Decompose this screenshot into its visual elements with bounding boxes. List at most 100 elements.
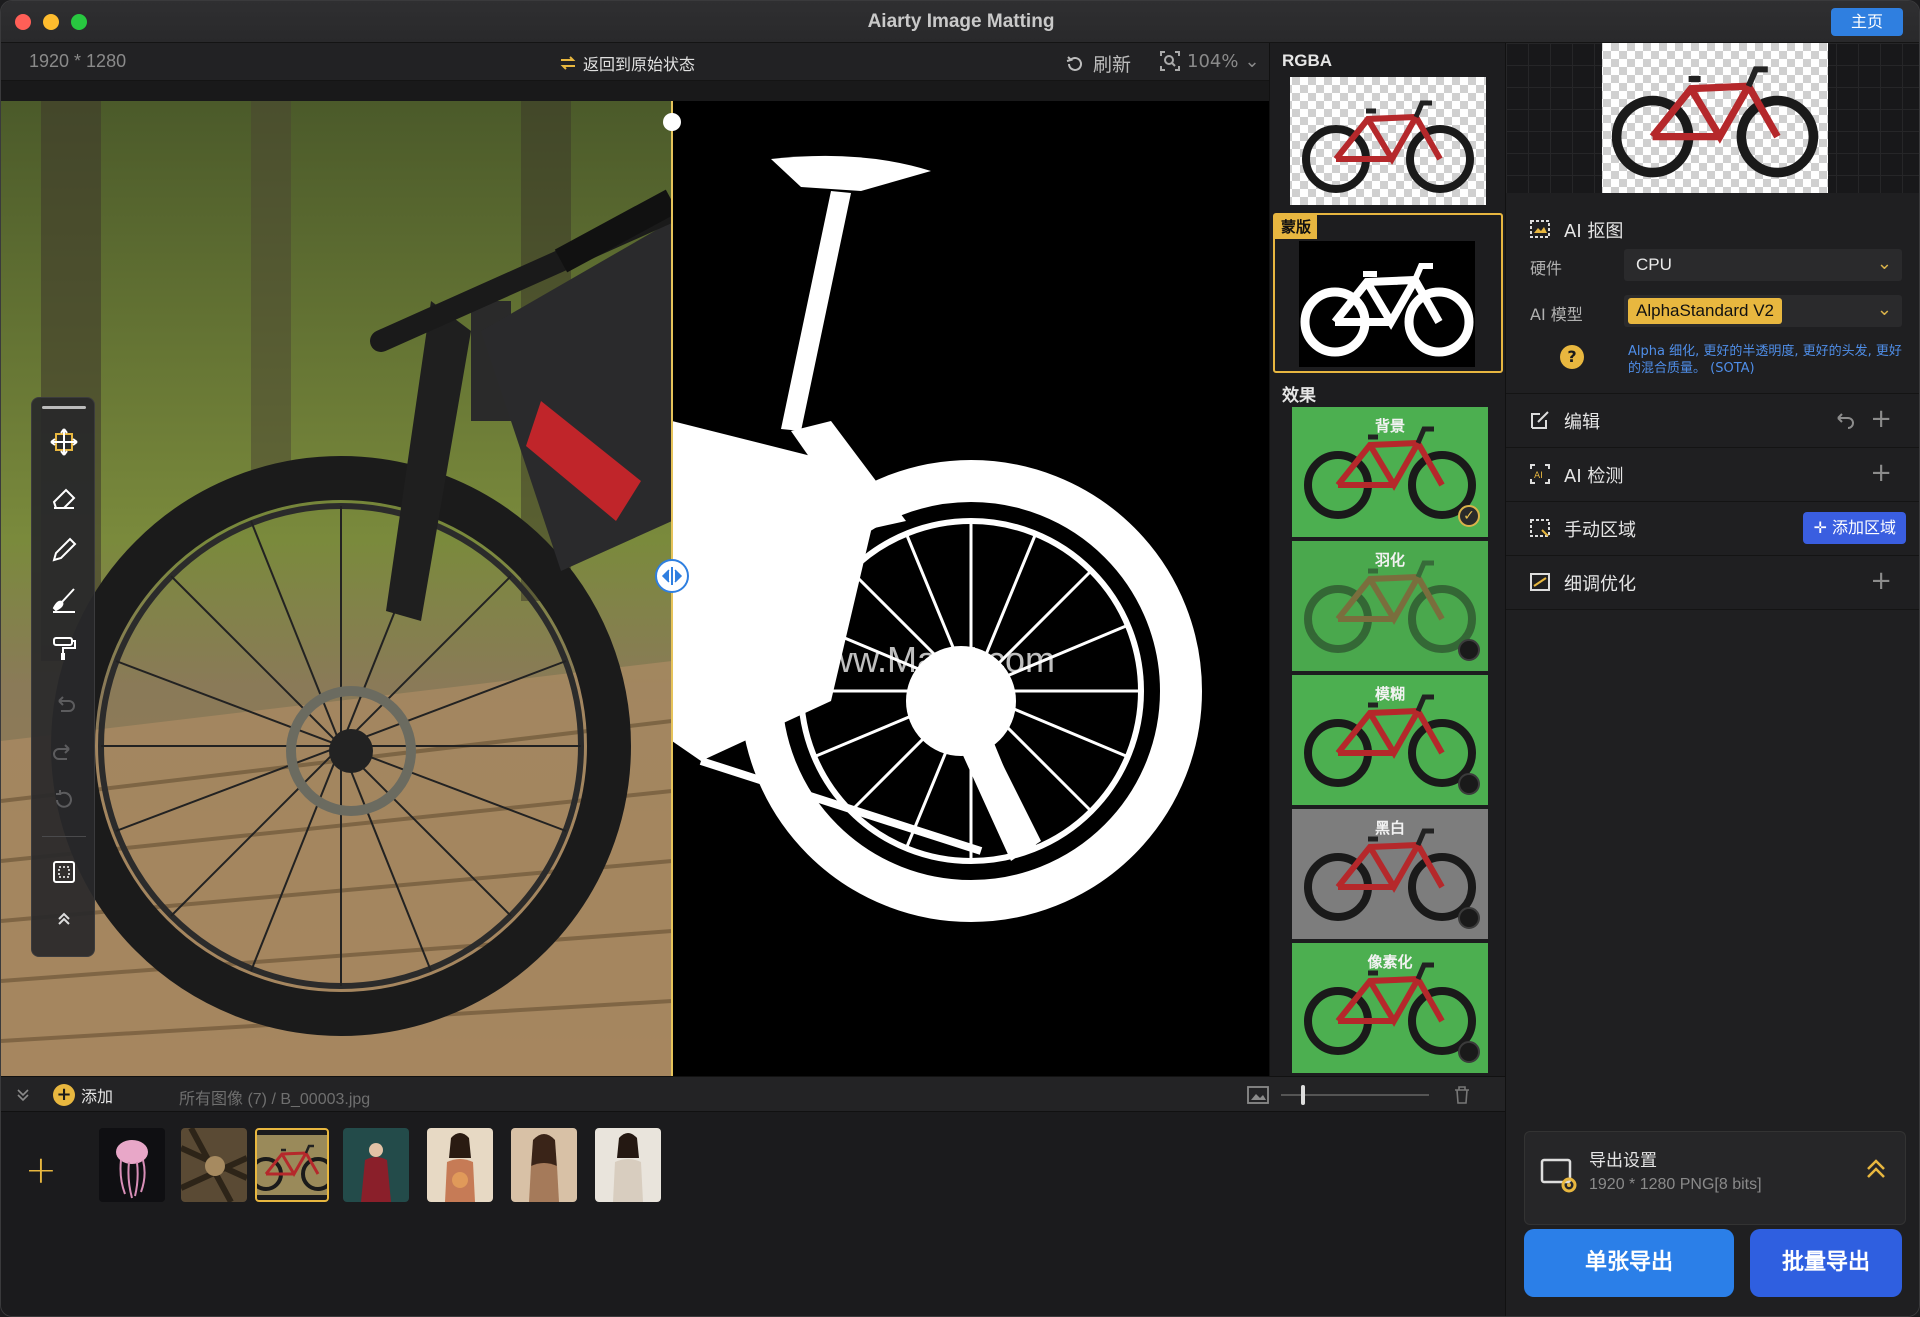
zoom-dropdown[interactable]: 104% ⌄ bbox=[1159, 50, 1260, 72]
thumbnail-woman-forest[interactable] bbox=[343, 1128, 409, 1202]
effect-grayscale[interactable]: 黑白 bbox=[1292, 809, 1488, 939]
collapse-palette-button[interactable] bbox=[42, 904, 86, 934]
export-settings-detail: 1920 * 1280 PNG[8 bits] bbox=[1589, 1176, 1762, 1193]
divider-top-handle[interactable] bbox=[663, 113, 681, 131]
hardware-select[interactable]: CPU ⌄ bbox=[1624, 249, 1902, 281]
radio-unchecked-icon bbox=[1458, 907, 1480, 929]
redo-icon bbox=[53, 744, 70, 760]
edit-title: 编辑 bbox=[1564, 412, 1600, 433]
thumbnail-forest[interactable] bbox=[181, 1128, 247, 1202]
thumbnail-bicycle[interactable] bbox=[255, 1128, 329, 1202]
undo-tool[interactable] bbox=[42, 682, 86, 726]
selection-tool[interactable] bbox=[42, 850, 86, 894]
effect-label: 羽化 bbox=[1374, 551, 1405, 569]
result-preview bbox=[1506, 43, 1919, 193]
result-thumbnail[interactable] bbox=[1602, 43, 1828, 193]
ai-matting-icon bbox=[1530, 220, 1550, 238]
eraser-tool[interactable] bbox=[42, 476, 86, 520]
effect-label: 像素化 bbox=[1367, 953, 1413, 971]
tool-palette bbox=[31, 397, 95, 957]
image-canvas[interactable]: www.MacZ.com bbox=[1, 101, 1269, 1076]
brush-icon bbox=[52, 588, 75, 613]
slider-handle[interactable] bbox=[1301, 1085, 1305, 1105]
plus-icon: + bbox=[53, 1084, 75, 1106]
edit-section[interactable]: 编辑 + bbox=[1506, 393, 1919, 445]
refine-title: 细调优化 bbox=[1564, 574, 1636, 595]
home-button[interactable]: 主页 bbox=[1831, 8, 1903, 36]
add-image-icon[interactable]: + bbox=[25, 1148, 57, 1192]
add-area-button[interactable]: ✛ 添加区域 bbox=[1803, 512, 1906, 544]
chevron-down-icon: ⌄ bbox=[1876, 253, 1892, 274]
effect-pixelate[interactable]: 像素化 bbox=[1292, 943, 1488, 1073]
chevron-down-icon: ⌄ bbox=[1244, 50, 1260, 72]
trash-icon[interactable] bbox=[1453, 1085, 1471, 1105]
undo-icon[interactable] bbox=[1832, 410, 1856, 430]
hardware-value: CPU bbox=[1636, 255, 1672, 274]
move-tool[interactable] bbox=[42, 420, 86, 464]
expand-up-icon[interactable] bbox=[1863, 1156, 1889, 1182]
thumbnail-woman-white[interactable] bbox=[595, 1128, 661, 1202]
export-settings[interactable]: 导出设置 1920 * 1280 PNG[8 bits] bbox=[1524, 1131, 1906, 1225]
refine-icon bbox=[1530, 573, 1550, 591]
refresh-button[interactable]: 刷新 bbox=[1065, 50, 1131, 77]
batch-export-button[interactable]: 批量导出 bbox=[1750, 1229, 1902, 1297]
filmstrip-toolbar: + 添加 所有图像 (7) / B_00003.jpg bbox=[1, 1076, 1505, 1112]
radio-unchecked-icon bbox=[1458, 773, 1480, 795]
rgba-preview[interactable] bbox=[1290, 77, 1486, 205]
single-export-button[interactable]: 单张导出 bbox=[1524, 1229, 1734, 1297]
effect-background[interactable]: 背景 ✓ bbox=[1292, 407, 1488, 537]
section-divider bbox=[1506, 609, 1919, 611]
canvas-top-strip bbox=[1, 81, 1269, 101]
help-icon[interactable]: ? bbox=[1560, 345, 1584, 369]
undo-icon bbox=[58, 696, 75, 712]
redo-tool[interactable] bbox=[42, 730, 86, 774]
pencil-tool[interactable] bbox=[42, 528, 86, 572]
fill-roller-icon bbox=[53, 637, 76, 660]
thumbnail-woman-flowers[interactable] bbox=[427, 1128, 493, 1202]
title-bar: Aiarty Image Matting 主页 bbox=[1, 1, 1919, 43]
restore-label: 返回到原始状态 bbox=[583, 55, 696, 74]
reset-icon bbox=[56, 790, 72, 808]
ai-model-description: Alpha 细化, 更好的半透明度, 更好的头发, 更好的混合质量。 (SOTA… bbox=[1628, 344, 1902, 376]
effect-label: 背景 bbox=[1374, 417, 1405, 435]
ai-model-label: AI 模型 bbox=[1530, 305, 1583, 324]
add-area-label: 添加区域 bbox=[1831, 518, 1896, 537]
zoom-fit-icon bbox=[1160, 51, 1180, 71]
manual-area-section[interactable]: 手动区域 ✛ 添加区域 bbox=[1506, 501, 1919, 553]
restore-original-button[interactable]: 返回到原始状态 bbox=[559, 51, 695, 75]
eraser-icon bbox=[52, 488, 76, 509]
refine-section[interactable]: 细调优化 + bbox=[1506, 555, 1919, 607]
ai-matting-title: AI 抠图 bbox=[1564, 221, 1624, 242]
checkmark-icon: ✓ bbox=[1458, 505, 1480, 527]
hardware-label: 硬件 bbox=[1530, 259, 1563, 278]
plus-icon[interactable]: + bbox=[1870, 458, 1892, 488]
swap-arrows-icon bbox=[560, 56, 576, 70]
collapse-down-icon[interactable] bbox=[15, 1087, 31, 1103]
filmstrip: + bbox=[1, 1112, 1505, 1316]
reset-tool[interactable] bbox=[42, 778, 86, 822]
thumbnail-jellyfish[interactable] bbox=[99, 1128, 165, 1202]
slider-arrows-icon bbox=[661, 567, 683, 585]
effect-blur[interactable]: 模糊 bbox=[1292, 675, 1488, 805]
add-images-button[interactable]: + 添加 bbox=[53, 1083, 113, 1107]
manual-area-title: 手动区域 bbox=[1564, 520, 1636, 541]
plus-icon[interactable]: + bbox=[1870, 404, 1892, 434]
thumbnail-woman-portrait[interactable] bbox=[511, 1128, 577, 1202]
ai-detect-section[interactable]: AI AI 检测 + bbox=[1506, 447, 1919, 499]
brush-tool[interactable] bbox=[42, 578, 86, 622]
plus-icon[interactable]: + bbox=[1870, 566, 1892, 596]
tool-separator bbox=[42, 836, 86, 837]
palette-grip[interactable] bbox=[42, 406, 86, 409]
ai-detect-title: AI 检测 bbox=[1564, 466, 1624, 487]
app-title: Aiarty Image Matting bbox=[867, 11, 1055, 32]
ai-matting-header: AI 抠图 bbox=[1506, 203, 1919, 255]
compare-slider-handle[interactable] bbox=[655, 559, 689, 593]
mask-preview-frame[interactable]: 蒙版 bbox=[1273, 213, 1503, 373]
mask-preview bbox=[1299, 241, 1475, 367]
roller-tool[interactable] bbox=[42, 626, 86, 670]
mask-view bbox=[672, 101, 1269, 1076]
ai-model-select[interactable]: AlphaStandard V2 ⌄ bbox=[1624, 295, 1902, 327]
effect-label: 模糊 bbox=[1374, 685, 1405, 703]
effect-feather[interactable]: 羽化 bbox=[1292, 541, 1488, 671]
image-dimensions: 1920 * 1280 bbox=[29, 51, 127, 71]
